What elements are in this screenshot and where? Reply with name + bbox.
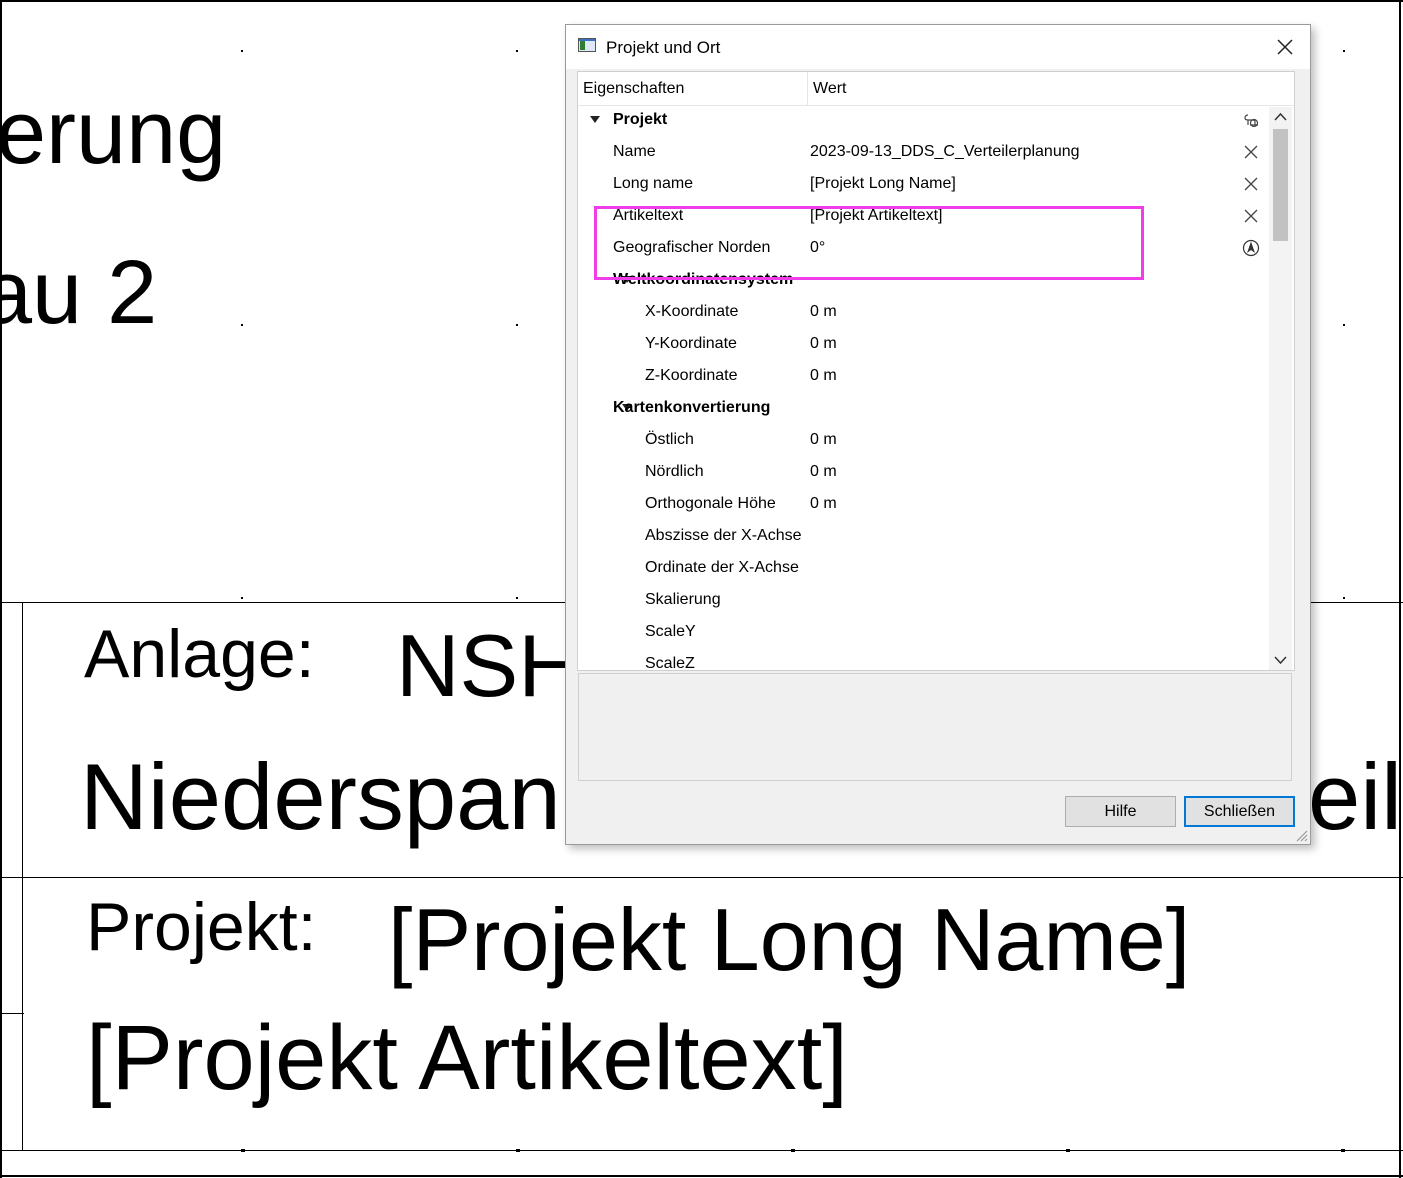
description-panel (578, 673, 1292, 781)
nieder-text: Niederspan (80, 744, 561, 849)
grid-dot (516, 50, 518, 52)
column-header-value[interactable]: Wert (813, 80, 846, 98)
property-category-row[interactable]: Kartenkonvertierung (578, 392, 1268, 424)
sheet-border-right (1399, 0, 1401, 1178)
grid-dot (241, 1149, 245, 1152)
sheet-border-bottom (0, 1175, 1403, 1177)
grid-dot (241, 597, 243, 599)
help-button[interactable]: Hilfe (1065, 796, 1176, 827)
property-row[interactable]: Y-Koordinate 0 m (578, 328, 1268, 360)
property-label: Östlich (645, 431, 694, 448)
app-icon (578, 38, 596, 52)
property-value[interactable]: 0 m (810, 463, 837, 481)
property-label: Orthogonale Höhe (645, 495, 776, 512)
grid-dot (1343, 324, 1345, 326)
clear-icon[interactable] (1242, 143, 1260, 161)
property-row[interactable]: Long name [Projekt Long Name] (578, 168, 1268, 200)
property-row[interactable]: Östlich 0 m (578, 424, 1268, 456)
property-row[interactable]: Nördlich 0 m (578, 456, 1268, 488)
property-row[interactable]: Skalierung (578, 584, 1268, 616)
scroll-down-icon[interactable] (1269, 650, 1292, 670)
grid-dot (791, 1149, 795, 1152)
resize-grip-icon[interactable] (1292, 826, 1308, 842)
property-label: X-Koordinate (645, 303, 739, 320)
property-label: Y-Koordinate (645, 335, 737, 352)
property-label: Skalierung (645, 591, 721, 608)
property-value[interactable]: 0 m (810, 367, 837, 385)
close-icon[interactable] (1274, 36, 1296, 58)
titleblock-line (0, 877, 1403, 878)
scrollbar-thumb[interactable] (1273, 129, 1288, 241)
property-label: Z-Koordinate (645, 367, 738, 384)
clear-icon[interactable] (1242, 175, 1260, 193)
dialog-titlebar[interactable]: Projekt und Ort (566, 25, 1310, 69)
property-value[interactable]: [Projekt Long Name] (810, 175, 956, 193)
property-category-row[interactable]: Projekt (578, 104, 1268, 136)
anlage-label: Anlage: (84, 616, 315, 692)
dialog-title: Projekt und Ort (606, 38, 721, 57)
property-value[interactable]: 0 m (810, 335, 837, 353)
compass-icon[interactable] (1242, 239, 1260, 257)
property-label: Projekt (613, 111, 668, 128)
drawing-text-fragment: erung (0, 83, 227, 183)
clear-icon[interactable] (1242, 207, 1260, 225)
titleblock-line (0, 1013, 24, 1014)
projekt-artikeltext-text: [Projekt Artikeltext] (86, 1007, 848, 1109)
property-row[interactable]: Ordinate der X-Achse (578, 552, 1268, 584)
drawing-text-fragment: au 2 (0, 243, 158, 343)
nieder-text-tail: eilu (1308, 744, 1403, 849)
property-label: Ordinate der X-Achse (645, 559, 799, 576)
grid-dot (241, 324, 243, 326)
property-row[interactable]: Abszisse der X-Achse (578, 520, 1268, 552)
property-value[interactable]: 0 m (810, 495, 837, 513)
column-header-properties[interactable]: Eigenschaften (583, 80, 684, 98)
scroll-up-icon[interactable] (1269, 107, 1292, 127)
property-label: Kartenkonvertierung (613, 399, 771, 416)
grid-dot (516, 324, 518, 326)
anlage-value: NSH (396, 616, 582, 715)
highlight-box (594, 206, 1144, 280)
grid-dot (516, 1149, 520, 1152)
property-grid: Eigenschaften Wert Projekt Name 2023-09-13… (577, 71, 1295, 671)
expand-triangle-icon[interactable] (590, 116, 600, 123)
grid-dot (1066, 1149, 1070, 1152)
grid-dot (1341, 1149, 1345, 1152)
property-label: Nördlich (645, 463, 704, 480)
grid-dot (1343, 597, 1345, 599)
property-row[interactable]: Orthogonale Höhe 0 m (578, 488, 1268, 520)
projekt-long-name-text: [Projekt Long Name] (388, 890, 1191, 989)
property-label: Long name (613, 175, 694, 192)
titleblock-vline (22, 602, 23, 1150)
property-value[interactable]: 0 m (810, 303, 837, 321)
property-row[interactable]: ScaleZ (578, 648, 1268, 671)
property-label: Abszisse der X-Achse (645, 527, 802, 544)
titleblock-line (0, 1150, 1403, 1151)
property-grid-header: Eigenschaften Wert (578, 72, 1294, 106)
pin-icon[interactable] (1242, 111, 1260, 129)
close-button[interactable]: Schließen (1184, 796, 1295, 827)
projekt-label: Projekt: (86, 889, 317, 965)
column-separator[interactable] (807, 72, 808, 105)
property-value[interactable]: 2023-09-13_DDS_C_Verteilerplanung (810, 143, 1080, 161)
property-row[interactable]: X-Koordinate 0 m (578, 296, 1268, 328)
grid-dot (1343, 50, 1345, 52)
property-value[interactable]: 0 m (810, 431, 837, 449)
property-row[interactable]: Name 2023-09-13_DDS_C_Verteilerplanung (578, 136, 1268, 168)
grid-dot (241, 50, 243, 52)
property-row[interactable]: Z-Koordinate 0 m (578, 360, 1268, 392)
property-label: ScaleY (645, 623, 696, 640)
property-label: ScaleZ (645, 655, 695, 671)
projekt-und-ort-dialog: Projekt und Ort Eigenschaften Wert Proje… (565, 24, 1311, 845)
property-row[interactable]: ScaleY (578, 616, 1268, 648)
sheet-border-top (0, 0, 1403, 2)
property-label: Name (613, 143, 656, 160)
vertical-scrollbar[interactable] (1269, 107, 1292, 670)
grid-dot (516, 597, 518, 599)
